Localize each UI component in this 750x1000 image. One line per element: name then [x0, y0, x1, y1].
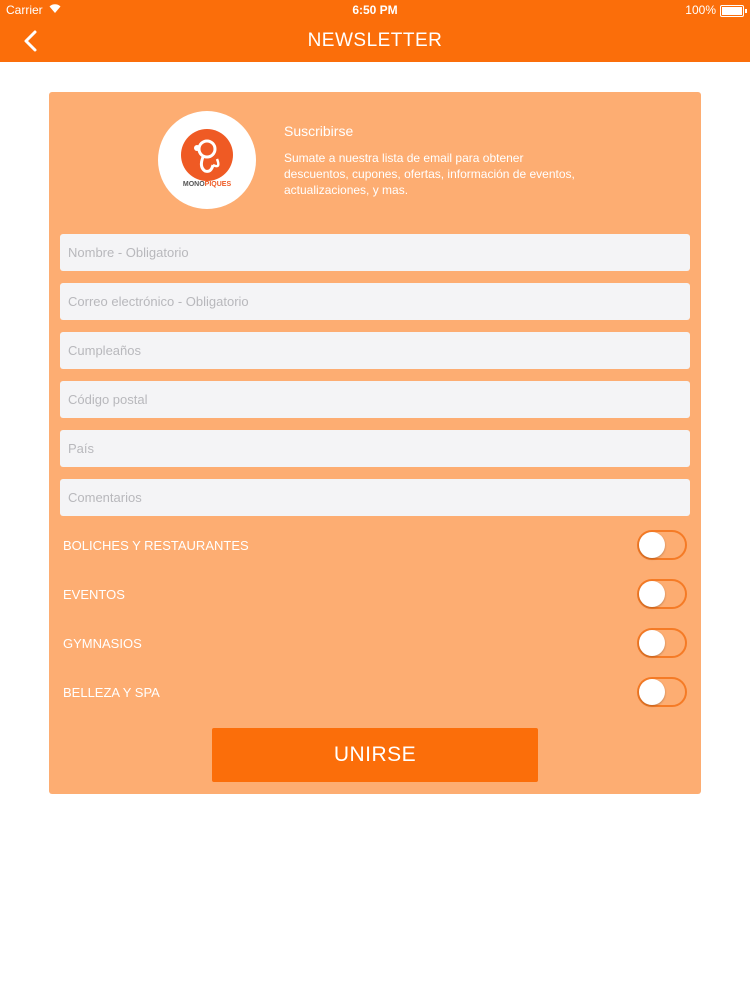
- toggle-row-beauty-spa: BELLEZA Y SPA: [63, 677, 687, 709]
- country-input[interactable]: [60, 430, 690, 467]
- events-toggle[interactable]: [637, 579, 687, 609]
- newsletter-card: MONOPIQUES Suscribirse Sumate a nuestra …: [49, 92, 701, 794]
- status-bar: Carrier 6:50 PM 100%: [0, 0, 750, 20]
- beauty-spa-toggle[interactable]: [637, 677, 687, 707]
- restaurants-toggle[interactable]: [637, 530, 687, 560]
- comments-input[interactable]: [60, 479, 690, 516]
- toggle-row-events: EVENTOS: [63, 579, 687, 611]
- email-input[interactable]: [60, 283, 690, 320]
- logo-text-mono: MONO: [182, 181, 205, 188]
- postal-code-input[interactable]: [60, 381, 690, 418]
- toggle-knob: [639, 630, 665, 656]
- toggle-label: EVENTOS: [63, 587, 125, 602]
- name-input[interactable]: [60, 234, 690, 271]
- toggle-label: BOLICHES Y RESTAURANTES: [63, 538, 249, 553]
- subscribe-title: Suscribirse: [284, 123, 354, 139]
- logo-wordmark: MONOPIQUES: [158, 181, 256, 188]
- gyms-toggle[interactable]: [637, 628, 687, 658]
- page-title: NEWSLETTER: [307, 30, 443, 51]
- toggle-knob: [639, 581, 665, 607]
- monkey-icon: [181, 129, 233, 181]
- birthday-input[interactable]: [60, 332, 690, 369]
- toggle-knob: [639, 532, 665, 558]
- toggle-knob: [639, 679, 665, 705]
- battery-percentage: 100%: [685, 3, 716, 17]
- clock: 6:50 PM: [352, 3, 398, 17]
- logo-text-piques: PIQUES: [204, 181, 232, 188]
- subscribe-description: Sumate a nuestra lista de email para obt…: [284, 151, 575, 197]
- toggle-label: GYMNASIOS: [63, 636, 142, 651]
- toggle-row-restaurants: BOLICHES Y RESTAURANTES: [63, 530, 687, 562]
- brand-logo: MONOPIQUES: [158, 111, 256, 209]
- join-button[interactable]: UNIRSE: [212, 728, 538, 782]
- navigation-header: Carrier 6:50 PM 100% NEWSLETTER: [0, 0, 750, 62]
- battery-icon: [720, 5, 747, 17]
- toggle-label: BELLEZA Y SPA: [63, 685, 160, 700]
- toggle-row-gyms: GYMNASIOS: [63, 628, 687, 660]
